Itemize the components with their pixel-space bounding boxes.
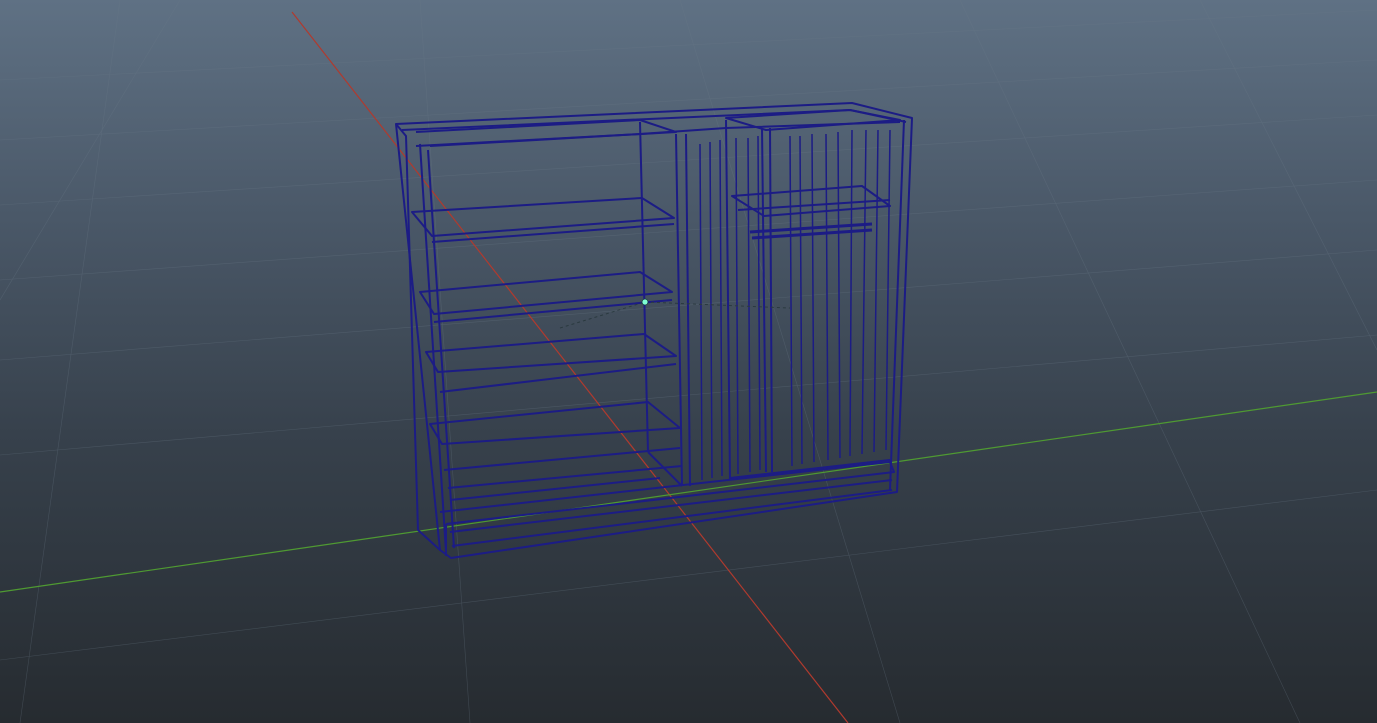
cabinet-right-post bbox=[889, 119, 905, 491]
shelves-left bbox=[411, 197, 683, 501]
pivot-manipulator[interactable] bbox=[559, 298, 791, 329]
cabinet-front-frame bbox=[395, 102, 913, 559]
viewport-scene[interactable] bbox=[0, 0, 1377, 723]
clothes-rail[interactable] bbox=[749, 222, 873, 240]
pivot-point-icon[interactable] bbox=[641, 298, 649, 306]
base-plinth bbox=[439, 459, 895, 556]
3d-viewport[interactable] bbox=[0, 0, 1377, 723]
wardrobe-wireframe-model[interactable] bbox=[395, 102, 913, 559]
